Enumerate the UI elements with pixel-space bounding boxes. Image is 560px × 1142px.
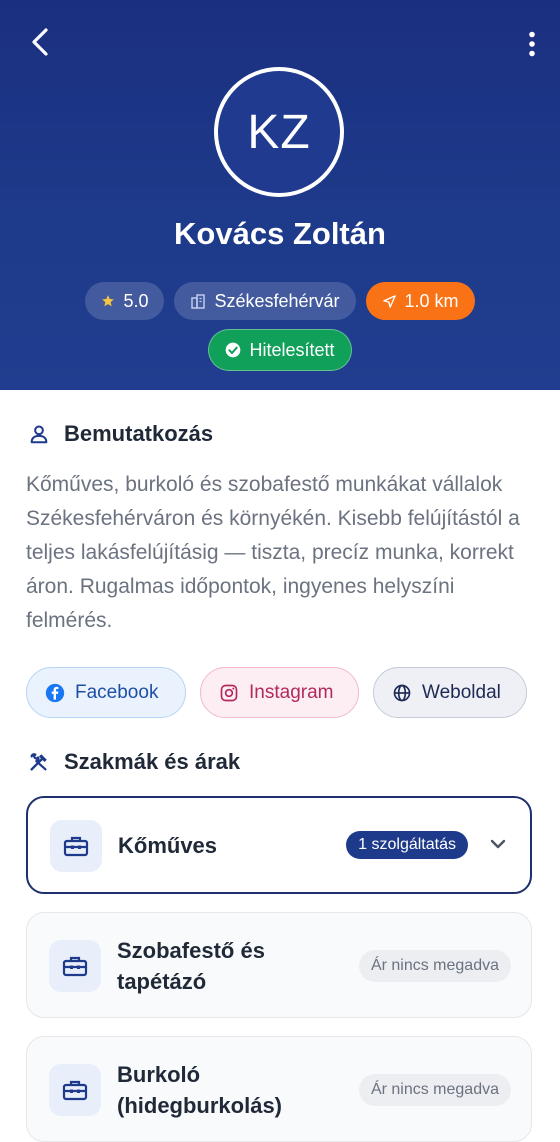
website-link[interactable]: Weboldal [373,667,527,718]
verified-check-icon [226,342,241,358]
city-chip: Székesfehérvár [174,282,356,320]
back-button[interactable] [22,24,58,60]
avatar: KZ [214,67,344,197]
price-badge: Ár nincs megadva [358,1074,511,1106]
trade-name-line2: tapétázó [117,969,207,994]
trade-card-burkolo[interactable]: Burkoló (hidegburkolás) Ár nincs megadva [26,1036,532,1142]
trade-icon-box [49,940,101,992]
website-label: Weboldal [422,681,501,703]
more-vertical-icon [529,31,535,57]
building-icon [191,294,206,309]
verified-label: Hitelesített [249,339,335,360]
intro-text: Kőműves, burkoló és szobafestő munkákat … [26,473,520,632]
instagram-label: Instagram [249,681,334,703]
city-label: Székesfehérvár [214,290,340,311]
trade-card-komuves[interactable]: Kőműves 1 szolgáltatás [26,796,532,894]
provider-name: Kovács Zoltán [174,216,386,251]
social-links: Facebook Instagram Weboldal [26,667,527,718]
intro-heading: Bemutatkozás [28,421,213,447]
verified-row: Hitelesített [0,329,560,371]
facebook-label: Facebook [75,681,159,703]
trades-title: Szakmák és árak [64,749,241,774]
trade-name-line1: Szobafestő és [117,938,265,963]
profile-header: KZ Kovács Zoltán 5.0 Székesfehérvár 1.0 … [0,0,560,390]
user-icon [30,425,48,444]
trade-icon-box [49,1064,101,1116]
info-chips: 5.0 Székesfehérvár 1.0 km [0,282,560,320]
facebook-link[interactable]: Facebook [26,667,186,718]
distance-value: 1.0 km [404,290,459,311]
more-options-button[interactable] [522,26,542,62]
instagram-link[interactable]: Instagram [200,667,359,718]
distance-chip: 1.0 km [365,282,475,320]
service-count-badge: 1 szolgáltatás [346,831,468,859]
chevron-left-icon [32,28,48,56]
rating-value: 5.0 [123,290,149,311]
verified-badge: Hitelesített [208,329,352,371]
trade-name-line1: Burkoló [117,1062,201,1087]
trades-heading: Szakmák és árak [28,749,240,775]
trade-icon-box [50,820,102,872]
toolbox-icon [62,1080,88,1101]
trade-name: Kőműves [118,833,218,858]
rating-chip: 5.0 [85,282,165,320]
star-icon [102,295,115,307]
trade-name-line2: (hidegburkolás) [117,1093,283,1118]
trade-name: Burkoló (hidegburkolás) [117,1059,282,1121]
intro-title: Bemutatkozás [64,421,214,446]
globe-icon [393,684,411,701]
chevron-down-icon[interactable] [488,834,508,854]
price-badge: Ár nincs megadva [358,950,511,982]
trade-card-szobafesto[interactable]: Szobafestő és tapétázó Ár nincs megadva [26,912,532,1018]
facebook-icon [45,683,65,702]
tools-icon [30,753,47,771]
toolbox-icon [63,836,89,857]
trade-name: Szobafestő és tapétázó [117,935,265,997]
toolbox-icon [62,956,88,977]
instagram-icon [220,684,238,701]
navigation-arrow-icon [382,294,396,308]
